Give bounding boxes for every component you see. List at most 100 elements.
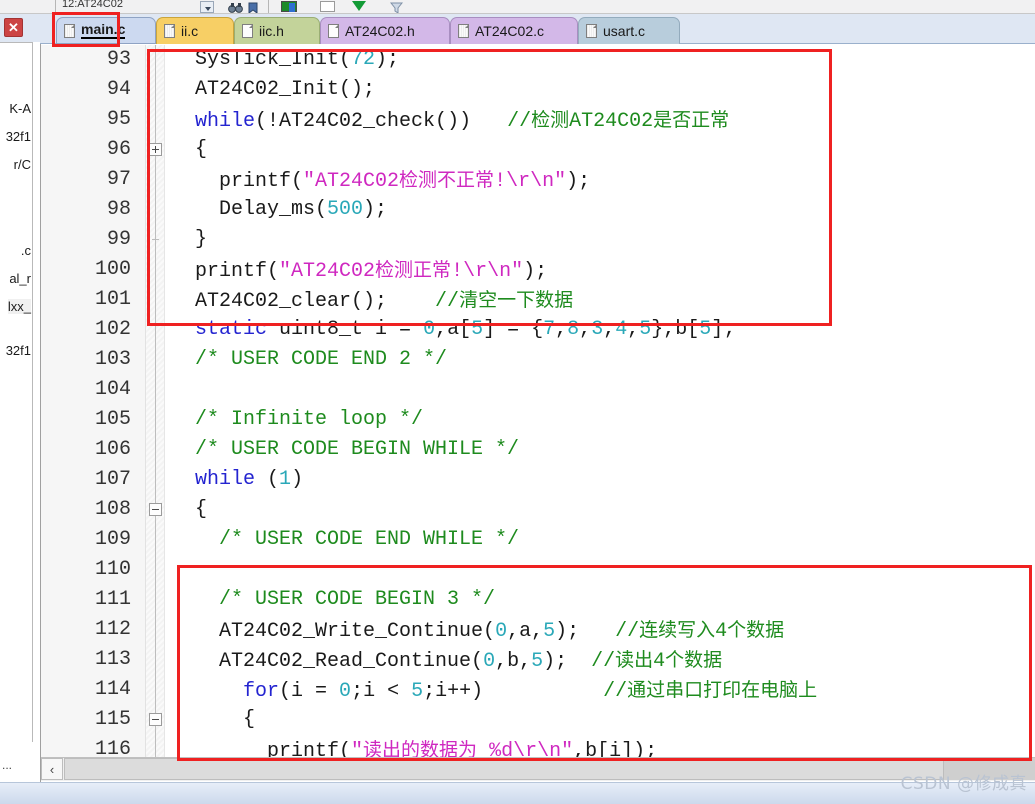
line-number: 99 xyxy=(106,228,131,251)
line-number: 115 xyxy=(94,708,131,731)
status-bar xyxy=(0,782,1035,804)
code-line[interactable]: 111 /* USER CODE BEGIN 3 */ xyxy=(41,585,1035,615)
code-line[interactable]: 95 while(!AT24C02_check()) //检测AT24C02是否… xyxy=(41,105,1035,135)
line-number: 113 xyxy=(94,648,131,671)
code-line[interactable]: 102 static uint8_t i = 0,a[5] = {7,8,3,4… xyxy=(41,315,1035,345)
tab-label: AT24C02.c xyxy=(475,23,544,39)
tab-label: iic.h xyxy=(259,23,284,39)
code-line[interactable]: 114 for(i = 0;i < 5;i++) //通过串口打印在电脑上 xyxy=(41,675,1035,705)
line-number: 106 xyxy=(94,438,131,461)
tab-AT24C02-c[interactable]: AT24C02.c xyxy=(450,17,578,44)
code-line[interactable]: 113 AT24C02_Read_Continue(0,b,5); //读出4个… xyxy=(41,645,1035,675)
watermark-label: CSDN @修成真 xyxy=(900,774,1027,794)
binoculars-icon[interactable] xyxy=(228,1,244,13)
code-editor[interactable]: 93 SysTick_Init(72); 94 AT24C02_Init(); 95… xyxy=(41,45,1035,757)
line-number: 100 xyxy=(94,258,131,281)
code-line[interactable]: 104 xyxy=(41,375,1035,405)
line-text: while(!AT24C02_check()) //检测AT24C02是否正常 xyxy=(195,109,730,133)
line-number: 93 xyxy=(106,48,131,71)
line-text: /* Infinite loop */ xyxy=(171,408,424,431)
code-line[interactable]: 103 /* USER CODE END 2 */ xyxy=(41,345,1035,375)
code-line[interactable]: 109 /* USER CODE END WHILE */ xyxy=(41,525,1035,555)
line-number: 94 xyxy=(106,78,131,101)
file-icon xyxy=(64,23,75,38)
line-text: } xyxy=(171,228,208,251)
code-line[interactable]: 100 printf("AT24C02检测正常!\r\n"); xyxy=(41,255,1035,285)
tab-label: main.c xyxy=(81,21,126,39)
code-line[interactable]: 96 { xyxy=(41,135,1035,165)
tree-item-3[interactable]: .c xyxy=(21,243,31,258)
line-text: for(i = 0;i < 5;i++) //通过串口打印在电脑上 xyxy=(243,679,818,703)
code-line[interactable]: 101 AT24C02_clear(); //清空一下数据 xyxy=(41,285,1035,315)
line-text: /* USER CODE BEGIN WHILE */ xyxy=(171,438,520,461)
code-lines: 93 SysTick_Init(72); 94 AT24C02_Init(); 95… xyxy=(41,45,1035,757)
code-line[interactable]: 116 printf("读出的数据为 %d\r\n",b[i]); xyxy=(41,735,1035,757)
line-number: 101 xyxy=(94,288,131,311)
sidebar-header: ✕ xyxy=(0,14,40,42)
code-line[interactable]: 107 while (1) xyxy=(41,465,1035,495)
code-line[interactable]: 110 xyxy=(41,555,1035,585)
tab-ii-c[interactable]: ii.c xyxy=(156,17,234,44)
line-number: 105 xyxy=(94,408,131,431)
tree-item-5[interactable]: lxx_ xyxy=(7,299,31,314)
tab-iic-h[interactable]: iic.h xyxy=(234,17,320,44)
line-number: 107 xyxy=(94,468,131,491)
target-combo-value[interactable]: 12:AT24C02 xyxy=(62,0,123,10)
code-line[interactable]: 93 SysTick_Init(72); xyxy=(41,45,1035,75)
toolbar: 12:AT24C02 xyxy=(0,0,1035,14)
blank-window-icon[interactable] xyxy=(320,1,335,12)
code-line[interactable]: 97 printf("AT24C02检测不正常!\r\n"); xyxy=(41,165,1035,195)
tree-item-4[interactable]: al_r xyxy=(9,271,31,286)
line-number: 102 xyxy=(94,318,131,341)
scrollbar-thumb[interactable] xyxy=(64,758,944,780)
tab-label: ii.c xyxy=(181,23,199,39)
code-line[interactable]: 106 /* USER CODE BEGIN WHILE */ xyxy=(41,435,1035,465)
project-sidebar: ✕ K-A 32f1 r/C .c al_r lxx_ 32f1 ... xyxy=(0,14,40,788)
line-text: /* USER CODE END WHILE */ xyxy=(171,528,520,551)
tab-AT24C02-h[interactable]: AT24C02.h xyxy=(320,17,450,44)
tab-main-c[interactable]: main.c xyxy=(56,17,156,44)
line-number: 97 xyxy=(106,168,131,191)
code-line[interactable]: 98 Delay_ms(500); xyxy=(41,195,1035,225)
scrollbar-track[interactable] xyxy=(64,758,1035,780)
line-text: printf("AT24C02检测正常!\r\n"); xyxy=(171,259,548,283)
dropdown-icon[interactable] xyxy=(200,1,214,13)
tree-item-6[interactable]: 32f1 xyxy=(6,343,31,358)
code-line[interactable]: 94 AT24C02_Init(); xyxy=(41,75,1035,105)
code-line[interactable]: 108 { xyxy=(41,495,1035,525)
tree-item-0[interactable]: K-A xyxy=(9,101,31,116)
chevron-down-green-icon[interactable] xyxy=(352,1,366,11)
line-number: 110 xyxy=(94,558,131,581)
line-number: 112 xyxy=(94,618,131,641)
tree-item-1[interactable]: 32f1 xyxy=(6,129,31,144)
line-text: printf("读出的数据为 %d\r\n",b[i]); xyxy=(171,739,658,757)
line-number: 103 xyxy=(94,348,131,371)
line-number: 96 xyxy=(106,138,131,161)
file-icon xyxy=(328,24,339,38)
bookmark-icon[interactable] xyxy=(248,1,258,13)
line-text: /* USER CODE END 2 */ xyxy=(171,348,448,371)
tree-item-2[interactable]: r/C xyxy=(14,157,31,172)
line-number: 104 xyxy=(94,378,131,401)
line-text: { xyxy=(171,708,256,731)
line-text: SysTick_Init(72); xyxy=(171,48,400,71)
scroll-left-button[interactable]: ‹ xyxy=(41,758,63,780)
filter-icon[interactable] xyxy=(389,1,404,13)
window-icon[interactable] xyxy=(281,1,297,12)
line-text: AT24C02_clear(); //清空一下数据 xyxy=(171,289,574,313)
code-line[interactable]: 99 } xyxy=(41,225,1035,255)
toolbar-separator-2 xyxy=(268,0,269,13)
horizontal-scrollbar[interactable]: ‹ xyxy=(41,757,1035,781)
editor-tabbar: main.c ii.c iic.h AT24C02.h AT24C02.c usart.c xyxy=(40,14,1035,44)
line-number: 108 xyxy=(94,498,131,521)
tab-label: usart.c xyxy=(603,23,646,39)
code-line[interactable]: 105 /* Infinite loop */ xyxy=(41,405,1035,435)
close-icon[interactable]: ✕ xyxy=(4,18,23,37)
code-line[interactable]: 112 AT24C02_Write_Continue(0,a,5); //连续写… xyxy=(41,615,1035,645)
code-line[interactable]: 115 { xyxy=(41,705,1035,735)
line-text: Delay_ms(500); xyxy=(171,198,388,221)
tab-usart-c[interactable]: usart.c xyxy=(578,17,680,44)
line-text: /* USER CODE BEGIN 3 */ xyxy=(171,588,496,611)
line-text: AT24C02_Read_Continue(0,b,5); //读出4个数据 xyxy=(171,649,723,673)
line-number: 98 xyxy=(106,198,131,221)
